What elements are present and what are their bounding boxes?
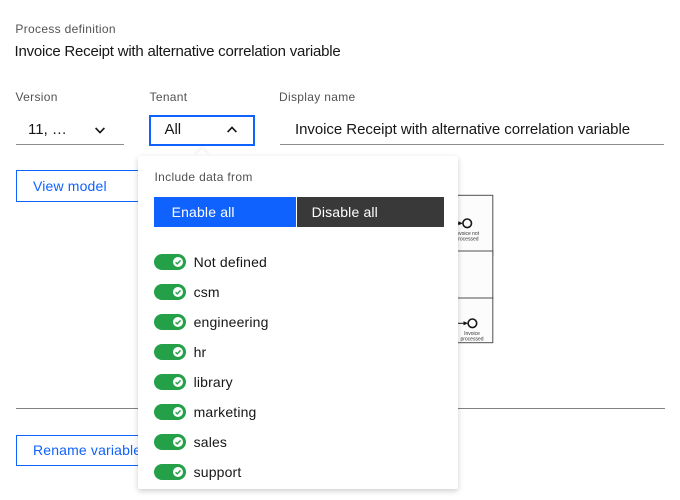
svg-text:processed: processed xyxy=(460,337,483,343)
svg-text:processed: processed xyxy=(455,237,478,243)
